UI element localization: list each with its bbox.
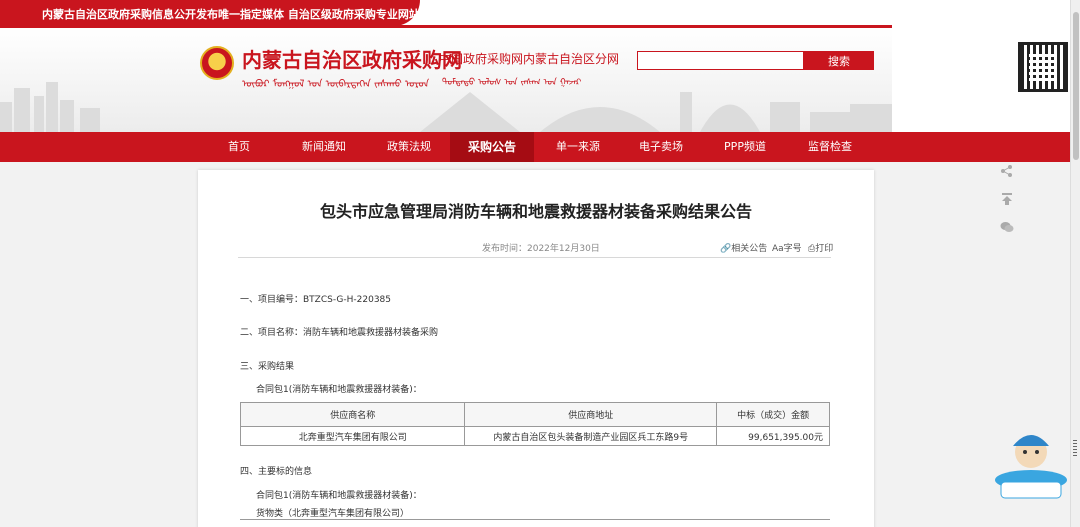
scrollbar-thumb[interactable] (1073, 12, 1079, 160)
article-panel: 包头市应急管理局消防车辆和地震救援器材装备采购结果公告 发布时间：2022年12… (198, 170, 874, 527)
share-icon[interactable] (1000, 164, 1014, 178)
table-cell: 内蒙古自治区包头装备制造产业园区兵工东路9号 (464, 426, 718, 446)
site-subtitle-mongolian: ᠳᠤᠮᠳᠠᠳᠤ ᠤᠯᠤᠰ ᠤᠨ ᠵᠠᠰᠠᠭ ᠤᠨ ᠭᠠᠵᠠᠷ (442, 78, 582, 88)
related-notices-label: 相关公告 (731, 244, 768, 254)
goods-label: 货物类（北奔重型汽车集团有限公司） (256, 509, 410, 519)
article-title: 包头市应急管理局消防车辆和地震救援器材装备采购结果公告 (319, 202, 752, 221)
table-header-cell: 中标（成交）金额 (716, 402, 830, 427)
nav-item-news[interactable]: 新闻通知 (288, 132, 360, 162)
font-size-link[interactable]: Aa字号 (772, 241, 802, 254)
publish-date: 发布时间：2022年12月30日 (482, 244, 600, 254)
project-name: 二、项目名称：消防车辆和地震救援器材装备采购 (240, 328, 439, 338)
result-table: 供应商名称 供应商地址 中标（成交）金额 北奔重型汽车集团有限公司 内蒙古自治区… (239, 402, 830, 446)
search-input[interactable] (637, 51, 804, 70)
table-cell: 99,651,395.00元 (716, 426, 830, 446)
table-header-cell: 供应商名称 (239, 402, 466, 427)
national-emblem-icon (200, 46, 234, 80)
table-border (240, 519, 830, 520)
scrollbar-grip[interactable] (1073, 440, 1077, 456)
wechat-icon[interactable] (1000, 220, 1014, 234)
main-nav: 首页 新闻通知 政策法规 采购公告 单一来源 电子卖场 PPP频道 监督检查 (0, 132, 1070, 162)
print-label: 打印 (815, 244, 834, 254)
nav-item-e-mall[interactable]: 电子卖场 (625, 132, 697, 162)
related-notices-link[interactable]: 🔗相关公告 (720, 241, 767, 254)
nav-item-ppp[interactable]: PPP频道 (709, 132, 781, 162)
font-size-label: 字号 (783, 244, 802, 254)
project-number: 一、项目编号：BTZCS-G-H-220385 (240, 295, 392, 305)
divider (238, 257, 831, 258)
nav-item-supervision[interactable]: 监督检查 (794, 132, 866, 162)
table-row: 北奔重型汽车集团有限公司 内蒙古自治区包头装备制造产业园区兵工东路9号 99,6… (239, 426, 830, 446)
service-mascot[interactable] (993, 420, 1069, 500)
back-to-top-icon[interactable] (1000, 192, 1014, 206)
nav-item-home[interactable]: 首页 (205, 132, 273, 162)
package-label: 合同包1(消防车辆和地震救援器材装备)： (256, 385, 422, 395)
qr-code-icon (1018, 42, 1068, 92)
mascot-icon (995, 435, 1067, 499)
section-items-heading: 四、主要标的信息 (240, 467, 313, 477)
nav-item-procurement[interactable]: 采购公告 (450, 132, 534, 162)
site-subtitle: 中国政府采购网内蒙古自治区分网 (439, 52, 620, 66)
table-header-row: 供应商名称 供应商地址 中标（成交）金额 (239, 402, 830, 427)
top-banner: 内蒙古自治区政府采购信息公开发布唯一指定媒体 自治区级政府采购专业网站 (0, 0, 892, 28)
nav-item-policy[interactable]: 政策法规 (373, 132, 445, 162)
font-size-icon: Aa (772, 244, 784, 254)
top-banner-text: 内蒙古自治区政府采购信息公开发布唯一指定媒体 自治区级政府采购专业网站 (42, 8, 420, 21)
section-result-heading: 三、采购结果 (240, 362, 295, 372)
nav-item-single-source[interactable]: 单一来源 (542, 132, 614, 162)
search-button[interactable]: 搜索 (804, 51, 874, 70)
site-title[interactable]: 内蒙古自治区政府采购网 (242, 44, 462, 73)
site-header: 内蒙古自治区政府采购网 ᠥᠪᠦᠷ ᠮᠣᠩᠭᠣᠯ ᠤᠨ ᠥᠪᠡᠷᠲᠡᠭᠡᠨ ᠵᠠᠰ… (0, 28, 892, 132)
print-link[interactable]: ⎙打印 (808, 241, 833, 254)
page: 内蒙古自治区政府采购信息公开发布唯一指定媒体 自治区级政府采购专业网站 内蒙古自… (0, 0, 1080, 527)
package-label-2: 合同包1(消防车辆和地震救援器材装备)： (256, 491, 422, 501)
link-icon: 🔗 (720, 244, 732, 254)
site-title-mongolian: ᠥᠪᠦᠷ ᠮᠣᠩᠭᠣᠯ ᠤᠨ ᠥᠪᠡᠷᠲᠡᠭᠡᠨ ᠵᠠᠰᠠᠬᠤ ᠣᠷᠣᠨ (242, 79, 430, 90)
table-header-cell: 供应商地址 (464, 402, 718, 427)
table-cell: 北奔重型汽车集团有限公司 (239, 426, 466, 446)
